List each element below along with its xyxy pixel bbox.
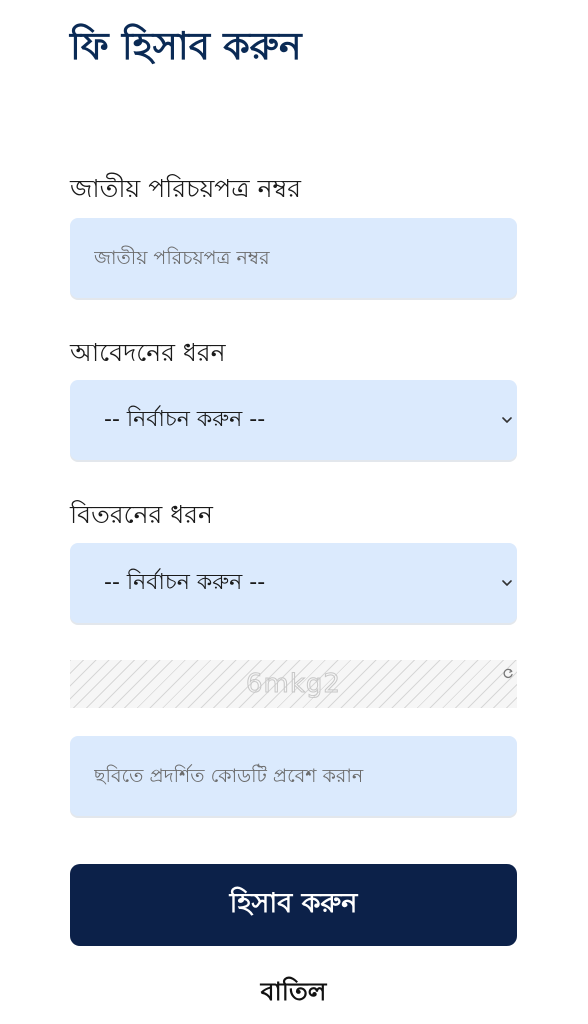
captcha-input[interactable] (70, 736, 517, 816)
delivery-type-selected-value: -- নির্বাচন করুন -- (104, 570, 266, 595)
application-type-label: আবেদনের ধরন (70, 338, 226, 367)
delivery-type-label: বিতরনের ধরন (70, 500, 213, 529)
page-title: ফি হিসাব করুন (70, 24, 302, 68)
application-type-selected-value: -- নির্বাচন করুন -- (104, 407, 266, 432)
calculate-button[interactable]: হিসাব করুন (70, 864, 517, 946)
application-type-select[interactable]: -- নির্বাচন করুন -- (70, 380, 517, 460)
nid-input[interactable] (70, 218, 517, 298)
refresh-icon[interactable] (502, 668, 514, 680)
chevron-down-icon (502, 417, 512, 423)
chevron-down-icon (502, 580, 512, 586)
cancel-link[interactable]: বাতিল (70, 972, 517, 1012)
captcha-image: 6mkg2 (70, 660, 517, 708)
delivery-type-select[interactable]: -- নির্বাচন করুন -- (70, 543, 517, 623)
nid-label: জাতীয় পরিচয়পত্র নম্বর (70, 174, 301, 203)
captcha-text: 6mkg2 (246, 669, 341, 700)
